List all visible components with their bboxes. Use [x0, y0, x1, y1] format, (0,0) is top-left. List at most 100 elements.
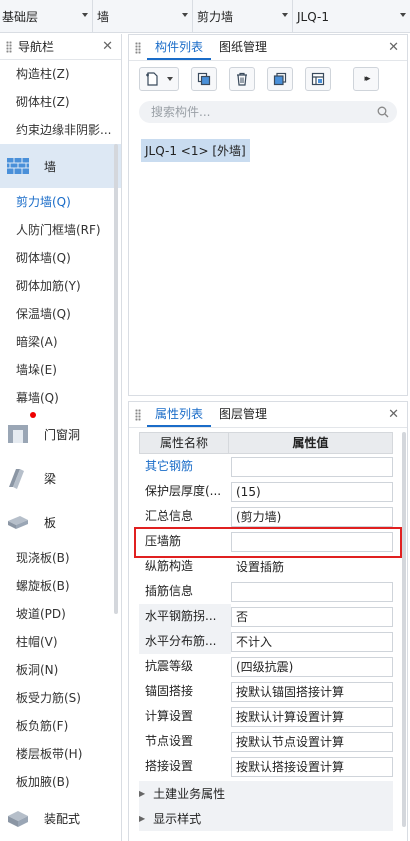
nav-category-wall[interactable]: 墙	[0, 144, 121, 188]
property-group-display-style[interactable]: ▶ 显示样式	[139, 806, 393, 831]
nav-item-masonry-reinforcement[interactable]: 砌体加筋(Y)	[0, 272, 121, 300]
nav-item-masonry-column[interactable]: 砌体柱(Z)	[0, 88, 121, 116]
copy-to-floor-button[interactable]	[267, 67, 293, 91]
nav-item-boundary-nonshadow[interactable]: 约束边缘非阴影...	[0, 116, 121, 144]
drag-handle-icon[interactable]	[135, 408, 141, 421]
property-value-dowel-info[interactable]	[231, 581, 393, 602]
property-panel-tabs: 属性列表 图层管理 ✕	[129, 402, 407, 428]
nav-category-slab[interactable]: 板	[0, 500, 121, 544]
component-library-button[interactable]	[305, 67, 331, 91]
tab-property-list[interactable]: 属性列表	[147, 401, 212, 427]
tab-drawing-management[interactable]: 图纸管理	[211, 34, 275, 60]
chevron-down-icon	[182, 13, 188, 17]
trash-icon	[237, 72, 247, 86]
nav-category-beam[interactable]: 梁	[0, 456, 121, 500]
copy-component-button[interactable]	[191, 67, 217, 91]
nav-item-insulation-wall[interactable]: 保温墙(Q)	[0, 300, 121, 328]
navigation-scrollbar[interactable]	[114, 144, 118, 614]
category-dropdown[interactable]: 墙	[93, 0, 193, 33]
property-panel: 属性列表 图层管理 ✕ 属性名称 属性值 其它钢筋 保护层厚度(... (15)…	[128, 401, 408, 841]
nav-item-slab-haunch[interactable]: 板加腋(B)	[0, 768, 121, 796]
navigation-panel-header: 导航栏 ✕	[0, 34, 121, 60]
property-row: 其它钢筋	[139, 454, 407, 479]
component-dropdown-value: JLQ-1	[297, 9, 329, 24]
beam-icon	[6, 467, 30, 489]
nav-item-spiral-slab[interactable]: 螺旋板(B)	[0, 572, 121, 600]
nav-item-slab-main-rebar[interactable]: 板受力筋(S)	[0, 684, 121, 712]
more-tools-button[interactable]: ▸▸	[353, 67, 379, 91]
nav-item-shear-wall[interactable]: 剪力墙(Q)	[0, 188, 121, 216]
property-name-cover-thickness: 保护层厚度(...	[145, 484, 222, 498]
component-toolbar: ▸▸	[129, 61, 407, 97]
chevron-down-icon[interactable]	[167, 77, 173, 81]
layers-copy-icon	[273, 72, 287, 86]
chevron-right-icon: ▶	[139, 789, 146, 798]
nav-item-civil-defense-door-frame-wall[interactable]: 人防门框墙(RF)	[0, 216, 121, 244]
search-icon[interactable]	[377, 106, 389, 118]
property-value-summary-info[interactable]: (剪力墙)	[231, 506, 393, 527]
property-value-lap-settings[interactable]: 按默认搭接设置计算	[231, 756, 393, 777]
column-header-value: 属性值	[229, 432, 393, 454]
new-component-button[interactable]	[139, 67, 179, 91]
property-row: 锚固搭接 按默认锚固搭接计算	[139, 679, 407, 704]
tab-component-list[interactable]: 构件列表	[147, 34, 212, 60]
property-value-longitudinal-construction[interactable]: 设置插筋	[231, 556, 393, 577]
property-value-anchorage-lap[interactable]: 按默认锚固搭接计算	[231, 681, 393, 702]
nav-item-wall-pier[interactable]: 墙垛(E)	[0, 356, 121, 384]
new-file-icon	[146, 72, 158, 86]
close-icon[interactable]: ✕	[102, 39, 113, 54]
nav-item-ramp[interactable]: 坡道(PD)	[0, 600, 121, 628]
nav-category-door-window[interactable]: 门窗洞	[0, 412, 121, 456]
property-value-horizontal-rebar-bend[interactable]: 否	[231, 606, 393, 627]
nav-category-slab-label: 板	[44, 515, 57, 530]
nav-item-curtain-wall[interactable]: 幕墙(Q)	[0, 384, 121, 412]
property-name-other-rebar[interactable]: 其它钢筋	[139, 454, 231, 479]
close-icon[interactable]: ✕	[388, 40, 399, 55]
property-value-cover-thickness[interactable]: (15)	[231, 481, 393, 502]
nav-item-slab-negative-rebar[interactable]: 板负筋(F)	[0, 712, 121, 740]
tab-layer-management[interactable]: 图层管理	[211, 401, 275, 427]
nav-item-column-cap[interactable]: 柱帽(V)	[0, 628, 121, 656]
copy-icon	[197, 72, 211, 86]
property-grid-scrollbar[interactable]	[402, 432, 406, 827]
nav-item-masonry-wall[interactable]: 砌体墙(Q)	[0, 244, 121, 272]
property-grid: 属性名称 属性值 其它钢筋 保护层厚度(... (15) 汇总信息 (剪力墙) …	[129, 432, 407, 831]
nav-item-constructional-column[interactable]: 构造柱(Z)	[0, 60, 121, 88]
column-header-name: 属性名称	[139, 432, 229, 454]
door-window-icon	[6, 423, 30, 445]
nav-item-slab-hole[interactable]: 板洞(N)	[0, 656, 121, 684]
nav-item-hidden-beam[interactable]: 暗梁(A)	[0, 328, 121, 356]
property-value-horizontal-distribution[interactable]: 不计入	[231, 631, 393, 652]
delete-component-button[interactable]	[229, 67, 255, 91]
property-name-anchorage-lap: 锚固搭接	[145, 684, 194, 698]
component-dropdown[interactable]: JLQ-1	[293, 0, 410, 33]
property-name-calc-settings: 计算设置	[145, 709, 194, 723]
chevron-down-icon	[400, 13, 406, 17]
property-value-other-rebar[interactable]	[231, 456, 393, 477]
nav-category-beam-label: 梁	[44, 471, 57, 486]
property-group-civil-business[interactable]: ▶ 土建业务属性	[139, 781, 393, 806]
close-icon[interactable]: ✕	[388, 407, 399, 422]
drag-handle-icon[interactable]	[6, 40, 12, 53]
slab-icon	[6, 511, 30, 533]
property-value-seismic-grade[interactable]: (四级抗震)	[231, 656, 393, 677]
type-dropdown[interactable]: 剪力墙	[193, 0, 293, 33]
property-row: 抗震等级 (四级抗震)	[139, 654, 407, 679]
nav-item-floor-slab-strip[interactable]: 楼层板带(H)	[0, 740, 121, 768]
nav-item-cast-slab[interactable]: 现浇板(B)	[0, 544, 121, 572]
property-row: 水平分布筋... 不计入	[139, 629, 407, 654]
property-value-node-settings[interactable]: 按默认节点设置计算	[231, 731, 393, 752]
floor-dropdown[interactable]: 基础层	[0, 0, 93, 33]
property-row: 计算设置 按默认计算设置计算	[139, 704, 407, 729]
drag-handle-icon[interactable]	[135, 41, 141, 54]
category-dropdown-value: 墙	[97, 10, 110, 24]
component-search-input[interactable]	[151, 105, 351, 119]
property-row: 汇总信息 (剪力墙)	[139, 504, 407, 529]
property-value-calc-settings[interactable]: 按默认计算设置计算	[231, 706, 393, 727]
property-name-dowel-info: 插筋信息	[145, 584, 194, 598]
component-list-item-selected[interactable]: JLQ-1 <1> [外墙]	[141, 139, 250, 162]
property-name-horizontal-rebar-bend: 水平钢筋拐...	[139, 604, 231, 629]
chevron-down-icon	[282, 13, 288, 17]
type-dropdown-value: 剪力墙	[197, 10, 234, 24]
nav-category-prefab[interactable]: 装配式	[0, 796, 121, 840]
